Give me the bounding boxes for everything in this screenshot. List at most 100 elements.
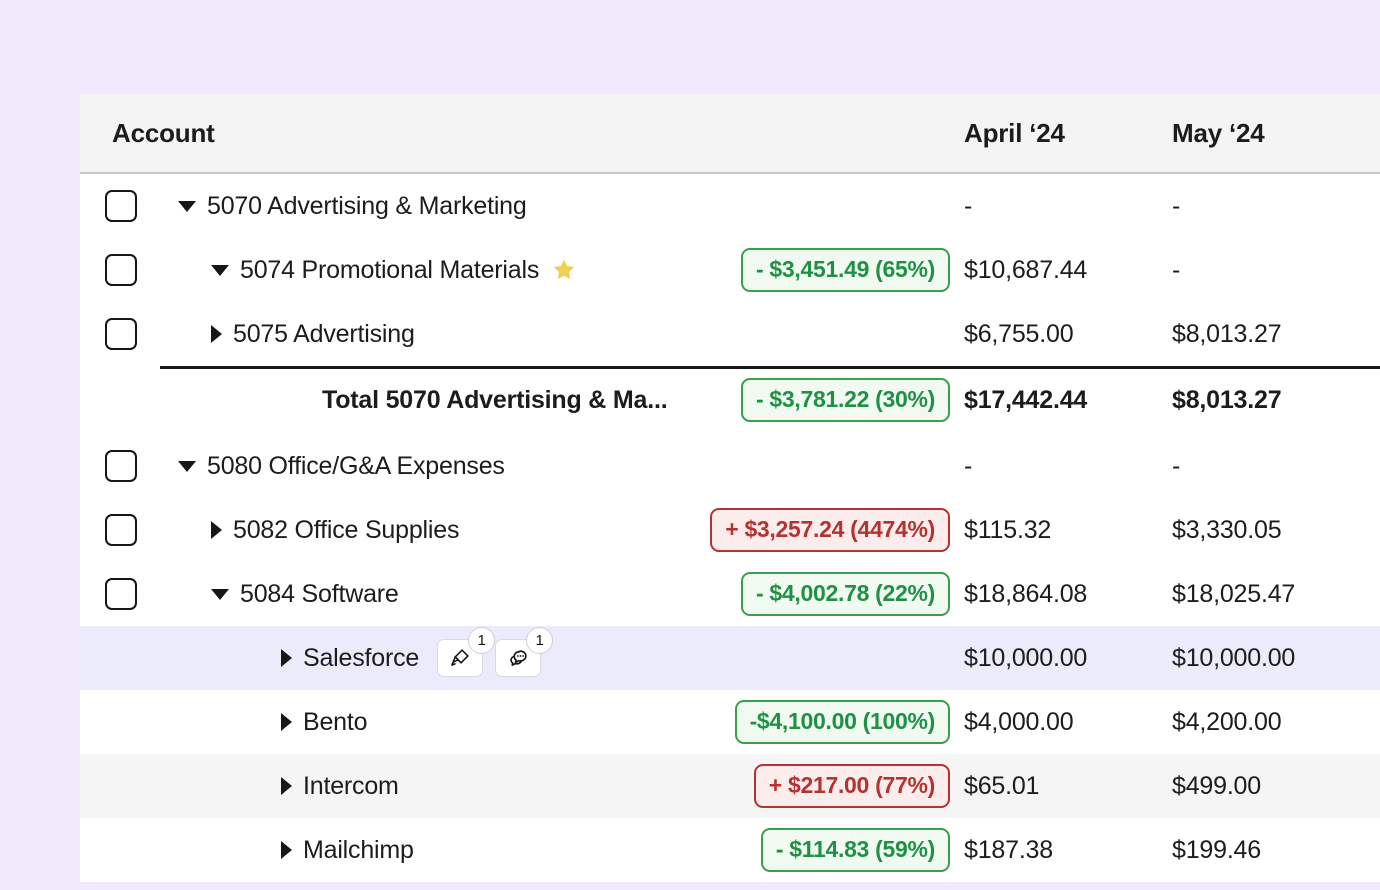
row-checkbox[interactable] xyxy=(105,450,137,482)
chevron-down-icon[interactable] xyxy=(178,461,196,472)
comment-button[interactable]: 1 xyxy=(495,639,541,677)
variance-cell: - $3,451.49 (65%) xyxy=(728,248,964,291)
may-amount-cell: $3,330.05 xyxy=(1172,516,1380,545)
table-row[interactable]: Intercom + $217.00 (77%) $65.01$499.00 xyxy=(80,754,1380,818)
variance-badge[interactable]: - $3,781.22 (30%) xyxy=(741,378,950,421)
account-label: 5075 Advertising xyxy=(233,320,415,349)
chevron-right-icon[interactable] xyxy=(281,777,292,795)
chevron-right-icon[interactable] xyxy=(281,841,292,859)
account-label: 5074 Promotional Materials xyxy=(240,256,539,285)
account-cell: 5074 Promotional Materials xyxy=(162,256,728,285)
account-cell: 5080 Office/G&A Expenses xyxy=(162,452,728,481)
table-header-row: Account April ‘24 May ‘24 xyxy=(80,94,1380,174)
chevron-right-icon[interactable] xyxy=(211,521,222,539)
table-row[interactable]: Bento -$4,100.00 (100%) $4,000.00$4,200.00 xyxy=(80,690,1380,754)
variance-cell: - $114.83 (59%) xyxy=(728,828,964,871)
may-amount-cell: $10,000.00 xyxy=(1172,644,1380,673)
account-cell: Intercom xyxy=(162,772,728,801)
row-select-cell[interactable] xyxy=(80,190,162,222)
april-amount-cell: $17,442.44 xyxy=(964,386,1172,415)
account-label: 5082 Office Supplies xyxy=(233,516,459,545)
comment-count-badge: 1 xyxy=(526,627,553,654)
table-row[interactable]: 5084 Software - $4,002.78 (22%) $18,864.08… xyxy=(80,562,1380,626)
may-amount-cell: $4,200.00 xyxy=(1172,708,1380,737)
april-amount-cell: $4,000.00 xyxy=(964,708,1172,737)
row-checkbox[interactable] xyxy=(105,254,137,286)
variance-badge[interactable]: - $3,451.49 (65%) xyxy=(741,248,950,291)
selected-range-block: Salesforce11$10,000.00$10,000.00Bento-$4… xyxy=(80,626,1380,882)
may-amount-cell: - xyxy=(1172,452,1380,481)
april-amount-cell: $18,864.08 xyxy=(964,580,1172,609)
variance-cell: - $3,781.22 (30%) xyxy=(728,378,964,421)
table-row[interactable]: 5080 Office/G&A Expenses -- xyxy=(80,434,1380,498)
chevron-right-icon[interactable] xyxy=(281,649,292,667)
highlighter-button[interactable]: 1 xyxy=(437,639,483,677)
account-label: Bento xyxy=(303,708,367,737)
may-amount-cell: $18,025.47 xyxy=(1172,580,1380,609)
row-select-cell[interactable] xyxy=(80,254,162,286)
account-label: Intercom xyxy=(303,772,399,801)
may-amount-cell: - xyxy=(1172,256,1380,285)
account-label: Total 5070 Advertising & Ma... xyxy=(322,386,667,415)
column-header-account[interactable]: Account xyxy=(80,118,728,149)
may-amount-cell: $8,013.27 xyxy=(1172,320,1380,349)
highlight-count-badge: 1 xyxy=(468,627,495,654)
account-label: Mailchimp xyxy=(303,836,414,865)
row-checkbox[interactable] xyxy=(105,318,137,350)
account-label: 5070 Advertising & Marketing xyxy=(207,192,527,221)
variance-cell: + $217.00 (77%) xyxy=(728,764,964,807)
row-select-cell[interactable] xyxy=(80,578,162,610)
variance-badge[interactable]: -$4,100.00 (100%) xyxy=(735,700,950,743)
account-cell: 5070 Advertising & Marketing xyxy=(162,192,728,221)
row-select-cell[interactable] xyxy=(80,514,162,546)
variance-badge[interactable]: + $217.00 (77%) xyxy=(754,764,950,807)
account-label: 5084 Software xyxy=(240,580,399,609)
table-row[interactable]: Salesforce11$10,000.00$10,000.00 xyxy=(80,626,1380,690)
april-amount-cell: $187.38 xyxy=(964,836,1172,865)
row-select-cell[interactable] xyxy=(80,450,162,482)
table-row[interactable]: Mailchimp - $114.83 (59%) $187.38$199.46 xyxy=(80,818,1380,882)
row-select-cell[interactable] xyxy=(80,318,162,350)
april-amount-cell: $6,755.00 xyxy=(964,320,1172,349)
column-header-may[interactable]: May ‘24 xyxy=(1172,118,1380,149)
account-cell: Salesforce 11 xyxy=(162,639,728,677)
april-amount-cell: $10,000.00 xyxy=(964,644,1172,673)
account-cell: Mailchimp xyxy=(162,836,728,865)
variance-cell: + $3,257.24 (4474%) xyxy=(728,508,964,551)
table-row[interactable]: 5075 Advertising $6,755.00$8,013.27 xyxy=(80,302,1380,366)
variance-cell: -$4,100.00 (100%) xyxy=(728,700,964,743)
account-label: Salesforce xyxy=(303,644,419,673)
may-amount-cell: $8,013.27 xyxy=(1172,386,1380,415)
april-amount-cell: $10,687.44 xyxy=(964,256,1172,285)
account-cell: Total 5070 Advertising & Ma... xyxy=(162,386,728,415)
account-label: 5080 Office/G&A Expenses xyxy=(207,452,505,481)
april-amount-cell: $115.32 xyxy=(964,516,1172,545)
table-body: 5070 Advertising & Marketing--5074 Promo… xyxy=(80,174,1380,882)
annotation-button-group: 11 xyxy=(437,639,541,677)
chevron-down-icon[interactable] xyxy=(211,265,229,276)
chevron-right-icon[interactable] xyxy=(281,713,292,731)
row-checkbox[interactable] xyxy=(105,578,137,610)
chevron-down-icon[interactable] xyxy=(211,589,229,600)
april-amount-cell: - xyxy=(964,452,1172,481)
april-amount-cell: - xyxy=(964,192,1172,221)
may-amount-cell: $199.46 xyxy=(1172,836,1380,865)
table-row[interactable]: 5082 Office Supplies+ $3,257.24 (4474%)$… xyxy=(80,498,1380,562)
total-separator-rule xyxy=(160,366,1380,369)
column-header-april[interactable]: April ‘24 xyxy=(964,118,1172,149)
chevron-right-icon[interactable] xyxy=(211,325,222,343)
chevron-down-icon[interactable] xyxy=(178,201,196,212)
variance-badge[interactable]: + $3,257.24 (4474%) xyxy=(710,508,950,551)
table-total-row[interactable]: Total 5070 Advertising & Ma... - $3,781.2… xyxy=(80,366,1380,434)
table-row[interactable]: 5070 Advertising & Marketing -- xyxy=(80,174,1380,238)
row-checkbox[interactable] xyxy=(105,190,137,222)
april-amount-cell: $65.01 xyxy=(964,772,1172,801)
variance-badge[interactable]: - $4,002.78 (22%) xyxy=(741,572,950,615)
variance-badge[interactable]: - $114.83 (59%) xyxy=(761,828,950,871)
table-row[interactable]: 5074 Promotional Materials - $3,451.49 (6… xyxy=(80,238,1380,302)
account-cell: 5075 Advertising xyxy=(162,320,728,349)
may-amount-cell: - xyxy=(1172,192,1380,221)
row-checkbox[interactable] xyxy=(105,514,137,546)
may-amount-cell: $499.00 xyxy=(1172,772,1380,801)
account-cell: 5082 Office Supplies xyxy=(162,516,728,545)
